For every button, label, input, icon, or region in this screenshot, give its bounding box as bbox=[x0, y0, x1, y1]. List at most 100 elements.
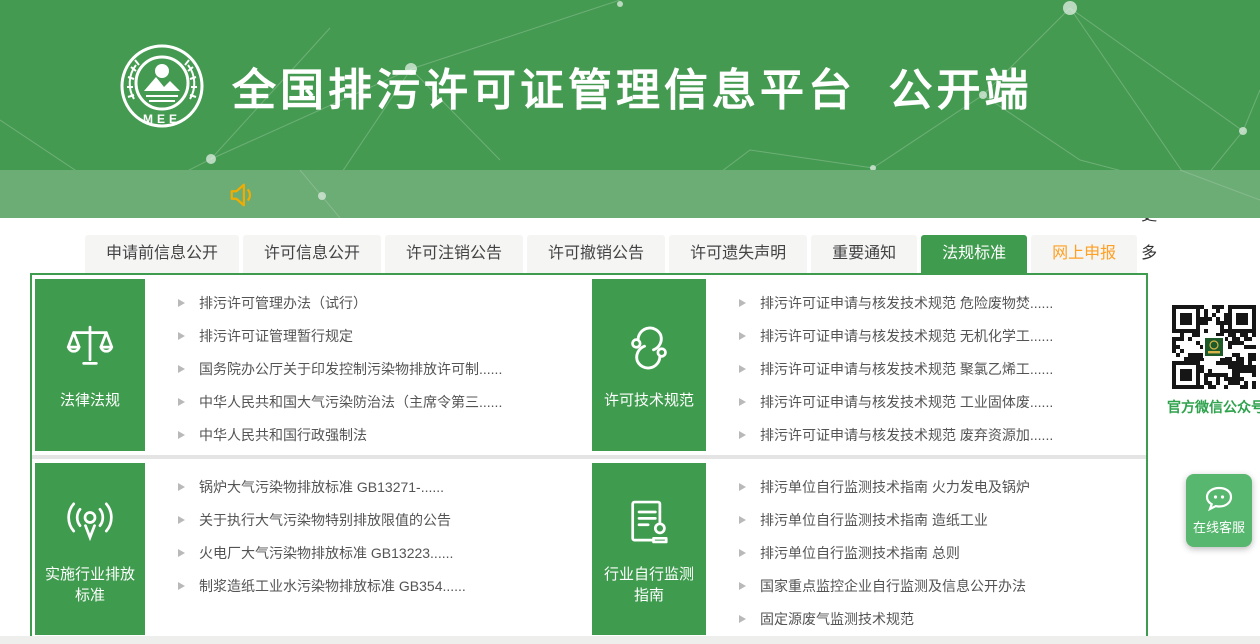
arrow-icon bbox=[739, 365, 746, 373]
list-item[interactable]: 排污许可证管理暂行规定 bbox=[178, 319, 592, 352]
list-item[interactable]: 锅炉大气污染物排放标准 GB13271-...... bbox=[178, 470, 592, 503]
list-item[interactable]: 排污许可证申请与核发技术规范 聚氯乙烯工...... bbox=[739, 352, 1146, 385]
list-item[interactable]: 排污单位自行监测技术指南 火力发电及锅炉 bbox=[739, 470, 1146, 503]
online-service-label: 在线客服 bbox=[1193, 517, 1245, 536]
link-label: 中华人民共和国行政强制法 bbox=[199, 425, 367, 445]
tab-regulations-standards[interactable]: 法规标准 bbox=[921, 235, 1027, 273]
link-label: 排污单位自行监测技术指南 造纸工业 bbox=[760, 510, 988, 530]
list-item[interactable]: 排污单位自行监测技术指南 造纸工业 bbox=[739, 503, 1146, 536]
arrow-icon bbox=[739, 549, 746, 557]
tab-important-notice[interactable]: 重要通知 bbox=[811, 235, 917, 273]
bottom-edge-strip bbox=[0, 636, 1260, 644]
tab-revocation-notice[interactable]: 许可撤销公告 bbox=[527, 235, 665, 273]
category-title: 法律法规 bbox=[54, 390, 126, 411]
category-title: 实施行业排放标准 bbox=[35, 564, 145, 606]
network-pattern-band bbox=[0, 170, 1260, 218]
category-title: 行业自行监测指南 bbox=[592, 564, 706, 606]
arrow-icon bbox=[178, 365, 185, 373]
laws-list: 排污许可管理办法（试行） 排污许可证管理暂行规定 国务院办公厅关于印发控制污染物… bbox=[145, 286, 592, 451]
list-item[interactable]: 固定源废气监测技术规范 bbox=[739, 602, 1146, 635]
arrow-icon bbox=[739, 431, 746, 439]
list-item[interactable]: 关于执行大气污染物特别排放限值的公告 bbox=[178, 503, 592, 536]
tech-spec-list: 排污许可证申请与核发技术规范 危险废物焚...... 排污许可证申请与核发技术规… bbox=[706, 286, 1146, 451]
arrow-icon bbox=[178, 483, 185, 491]
list-item[interactable]: 排污许可管理办法（试行） bbox=[178, 286, 592, 319]
tab-online-declaration[interactable]: 网上申报 bbox=[1031, 235, 1137, 273]
list-item[interactable]: 火电厂大气污染物排放标准 GB13223...... bbox=[178, 536, 592, 569]
arrow-icon bbox=[178, 299, 185, 307]
list-item[interactable]: 国家重点监控企业自行监测及信息公开办法 bbox=[739, 569, 1146, 602]
speaker-icon bbox=[228, 181, 256, 209]
link-label: 火电厂大气污染物排放标准 GB13223...... bbox=[199, 543, 453, 563]
list-item[interactable]: 排污许可证申请与核发技术规范 废弃资源加...... bbox=[739, 418, 1146, 451]
arrow-icon bbox=[178, 549, 185, 557]
link-label: 排污许可证申请与核发技术规范 废弃资源加...... bbox=[760, 425, 1053, 445]
list-item[interactable]: 制浆造纸工业水污染物排放标准 GB354...... bbox=[178, 569, 592, 602]
broadcast-icon bbox=[61, 493, 119, 551]
list-item[interactable]: 排污许可证申请与核发技术规范 工业固体废...... bbox=[739, 385, 1146, 418]
list-item[interactable]: 排污许可证申请与核发技术规范 危险废物焚...... bbox=[739, 286, 1146, 319]
online-service-button[interactable]: 在线客服 bbox=[1186, 474, 1252, 547]
link-label: 排污许可证申请与核发技术规范 无机化学工...... bbox=[760, 326, 1053, 346]
mee-logo-icon: MEE bbox=[118, 39, 206, 133]
tab-pre-application-disclosure[interactable]: 申请前信息公开 bbox=[85, 235, 239, 273]
arrow-icon bbox=[739, 398, 746, 406]
site-header: MEE 全国排污许可证管理信息平台 公开端 bbox=[0, 0, 1260, 170]
category-self-monitoring[interactable]: 行业自行监测指南 bbox=[592, 463, 706, 635]
monitor-guide-icon bbox=[620, 493, 678, 551]
arrow-icon bbox=[178, 332, 185, 340]
tab-bar: 申请前信息公开 许可信息公开 许可注销公告 许可撤销公告 许可遗失声明 重要通知… bbox=[30, 235, 1148, 273]
arrow-icon bbox=[178, 516, 185, 524]
content-row: 法律法规 排污许可管理办法（试行） 排污许可证管理暂行规定 国务院办公厅关于印发… bbox=[32, 275, 1146, 455]
link-label: 锅炉大气污染物排放标准 GB13271-...... bbox=[199, 477, 444, 497]
arrow-icon bbox=[739, 299, 746, 307]
link-label: 排污许可证申请与核发技术规范 聚氯乙烯工...... bbox=[760, 359, 1053, 379]
chat-bubble-icon bbox=[1204, 486, 1234, 512]
list-item[interactable]: 中华人民共和国行政强制法 bbox=[178, 418, 592, 451]
site-title: 全国排污许可证管理信息平台 公开端 bbox=[232, 54, 1032, 118]
list-item[interactable]: 排污许可证申请与核发技术规范 无机化学工...... bbox=[739, 319, 1146, 352]
arrow-icon bbox=[739, 483, 746, 491]
link-label: 固定源废气监测技术规范 bbox=[760, 609, 914, 629]
self-monitoring-list: 排污单位自行监测技术指南 火力发电及锅炉 排污单位自行监测技术指南 造纸工业 排… bbox=[706, 470, 1146, 635]
link-label: 中华人民共和国大气污染防治法（主席令第三...... bbox=[199, 392, 502, 412]
list-item[interactable]: 中华人民共和国大气污染防治法（主席令第三...... bbox=[178, 385, 592, 418]
arrow-icon bbox=[739, 582, 746, 590]
content-row: 实施行业排放标准 锅炉大气污染物排放标准 GB13271-...... 关于执行… bbox=[32, 455, 1146, 639]
arrow-icon bbox=[739, 332, 746, 340]
arrow-icon bbox=[178, 431, 185, 439]
svg-text:MEE: MEE bbox=[143, 112, 181, 126]
wechat-qr-block: 官方微信公众号 bbox=[1167, 305, 1260, 417]
brand: MEE 全国排污许可证管理信息平台 公开端 bbox=[118, 39, 1032, 133]
link-label: 排污许可证管理暂行规定 bbox=[199, 326, 353, 346]
tab-loss-statement[interactable]: 许可遗失声明 bbox=[669, 235, 807, 273]
category-emission-standards[interactable]: 实施行业排放标准 bbox=[35, 463, 145, 635]
scales-icon bbox=[61, 319, 119, 377]
arrow-icon bbox=[739, 516, 746, 524]
regulations-panel: 法律法规 排污许可管理办法（试行） 排污许可证管理暂行规定 国务院办公厅关于印发… bbox=[30, 273, 1148, 644]
link-label: 国务院办公厅关于印发控制污染物排放许可制...... bbox=[199, 359, 502, 379]
arrow-icon bbox=[178, 398, 185, 406]
link-label: 排污许可证申请与核发技术规范 危险废物焚...... bbox=[760, 293, 1053, 313]
link-label: 排污单位自行监测技术指南 火力发电及锅炉 bbox=[760, 477, 1030, 497]
category-laws[interactable]: 法律法规 bbox=[35, 279, 145, 451]
list-item[interactable]: 排污单位自行监测技术指南 总则 bbox=[739, 536, 1146, 569]
qr-code bbox=[1167, 305, 1260, 394]
tech-spec-icon bbox=[620, 319, 678, 377]
qr-caption: 官方微信公众号 bbox=[1167, 397, 1260, 417]
list-item[interactable]: 国务院办公厅关于印发控制污染物排放许可制...... bbox=[178, 352, 592, 385]
link-label: 排污许可证申请与核发技术规范 工业固体废...... bbox=[760, 392, 1053, 412]
link-label: 排污许可管理办法（试行） bbox=[199, 293, 367, 313]
link-label: 国家重点监控企业自行监测及信息公开办法 bbox=[760, 576, 1026, 596]
announcement-band bbox=[0, 170, 1260, 218]
category-tech-spec[interactable]: 许可技术规范 bbox=[592, 279, 706, 451]
tabs: 申请前信息公开 许可信息公开 许可注销公告 许可撤销公告 许可遗失声明 重要通知… bbox=[85, 235, 1141, 273]
arrow-icon bbox=[739, 615, 746, 623]
category-title: 许可技术规范 bbox=[598, 390, 700, 411]
emission-standards-list: 锅炉大气污染物排放标准 GB13271-...... 关于执行大气污染物特别排放… bbox=[145, 470, 592, 635]
arrow-icon bbox=[178, 582, 185, 590]
link-label: 排污单位自行监测技术指南 总则 bbox=[760, 543, 960, 563]
tab-cancellation-notice[interactable]: 许可注销公告 bbox=[385, 235, 523, 273]
tab-permit-disclosure[interactable]: 许可信息公开 bbox=[243, 235, 381, 273]
link-label: 制浆造纸工业水污染物排放标准 GB354...... bbox=[199, 576, 466, 596]
